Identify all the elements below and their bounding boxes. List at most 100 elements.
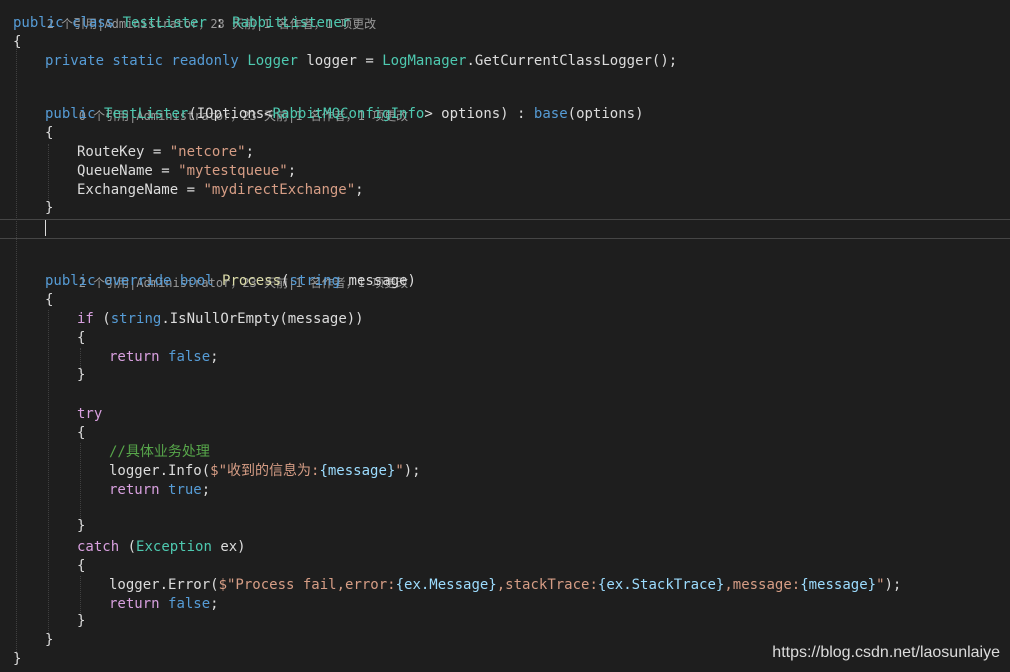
code-line-brace: } [77,612,1010,631]
semicolon: ; [355,182,364,198]
open-brace: { [77,558,86,574]
string-literal: "netcore" [169,144,246,160]
type-name: Logger [247,53,298,69]
assignment: QueueName = [77,163,179,179]
method-call: .GetCurrentClassLogger(); [466,53,678,69]
semicolon: ; [210,349,219,365]
code-line-logger-info: logger.Info($"收到的信息为:{message}"); [109,462,1010,481]
code-line-constructor: public TestLister(IOptions<RabbitMQConfi… [45,105,1010,124]
keyword: return [109,349,160,365]
string-literal: " [876,577,885,593]
keyword: private static readonly [45,53,239,69]
keyword: public [45,273,96,289]
code-line-brace: { [77,424,1010,443]
code-line-brace: { [13,33,1010,52]
open-brace: { [77,425,86,441]
parameter: > options) : [424,106,526,122]
string-literal: "mydirectExchange" [203,182,356,198]
code-line-brace: } [77,366,1010,385]
comment: //具体业务处理 [109,444,210,460]
paren: ); [403,463,421,479]
semicolon: ; [245,144,255,160]
identifier: ex) [220,539,246,555]
keyword: false [168,596,211,612]
keyword: class [72,15,115,31]
parameter-type: (IOptions< [188,106,273,122]
code-line-brace: } [45,199,1010,218]
string-literal: ,message: [724,577,801,593]
class-name: TestLister [104,106,189,122]
indent-guide [48,310,49,637]
code-line-if: if (string.IsNullOrEmpty(message)) [77,310,1010,329]
keyword: try [77,406,103,422]
keyword: base [533,106,568,122]
keyword: public [45,106,96,122]
keyword: override [104,273,172,289]
open-brace: { [77,330,86,346]
method-call: logger.Info( [109,463,211,479]
string-literal: "mytestqueue" [178,163,288,179]
watermark-text: https://blog.csdn.net/laosunlaiye [772,644,1000,661]
code-line-logger-error: logger.Error($"Process fail,error:{ex.Me… [109,576,1010,595]
indent-guide [16,42,17,654]
code-line-logger: private static readonly Logger logger = … [45,52,1010,71]
class-name: TestLister [122,15,207,31]
code-line-brace: { [45,124,1010,143]
code-line-exchangename: ExchangeName = "mydirectExchange"; [77,181,1010,200]
keyword: string [289,273,341,289]
codelens-class[interactable]: 2 个引用|Administrator，23 天前|1 名作者，1 项更改 [13,0,1010,31]
code-line-comment: //具体业务处理 [109,443,1010,462]
code-editor[interactable]: 2 个引用|Administrator，23 天前|1 名作者，1 项更改 pu… [0,0,1010,672]
close-brace: } [45,200,54,216]
identifier: logger = [306,53,374,69]
close-brace: } [13,651,22,667]
argument: (options) [567,106,644,122]
paren: ( [127,539,137,555]
keyword: true [168,482,202,498]
current-line-highlight [0,219,1010,239]
semicolon: ; [287,163,297,179]
keyword: return [109,482,160,498]
close-brace: } [77,367,86,383]
code-line-catch: catch (Exception ex) [77,538,1010,557]
code-line-return-true: return true; [109,481,1010,500]
method-name: Process [222,273,282,289]
code-line-brace: { [77,329,1010,348]
method-call: logger.Error( [109,577,219,593]
string-literal: ,stackTrace: [496,577,598,593]
assignment: RouteKey = [77,144,170,160]
text-caret [45,220,46,236]
base-class-name: RabbitListener [232,15,351,31]
open-brace: { [45,125,54,141]
code-line-brace: } [77,517,1010,536]
paren: ( [281,273,290,289]
type-name: RabbitMQConfigInfo [272,106,425,122]
type-name: LogManager [382,53,467,69]
keyword: string [110,311,162,327]
indent-guide [48,144,49,202]
code-line-queuename: QueueName = "mytestqueue"; [77,162,1010,181]
close-brace: } [77,613,86,629]
code-line-brace: { [77,557,1010,576]
interpolation: {message} [800,577,877,593]
type-name: Exception [136,539,212,555]
semicolon: ; [210,596,219,612]
open-brace: { [13,34,22,50]
interpolation: {message} [319,463,396,479]
keyword: false [168,349,211,365]
code-line-process-declaration: public override bool Process(string mess… [45,272,1010,291]
code-line-return-false: return false; [109,348,1010,367]
paren: ( [102,311,111,327]
parameter: message) [348,273,416,289]
keyword: catch [77,539,120,555]
interpolation: {ex.Message} [395,577,497,593]
indent-guide [80,443,81,524]
code-line-try: try [77,405,1010,424]
keyword: bool [179,273,214,289]
keyword: return [109,596,160,612]
method-call: .IsNullOrEmpty(message)) [161,311,364,327]
code-line-brace: { [45,291,1010,310]
interpolation: {ex.StackTrace} [597,577,725,593]
keyword: if [77,311,94,327]
code-line-routekey: RouteKey = "netcore"; [77,143,1010,162]
